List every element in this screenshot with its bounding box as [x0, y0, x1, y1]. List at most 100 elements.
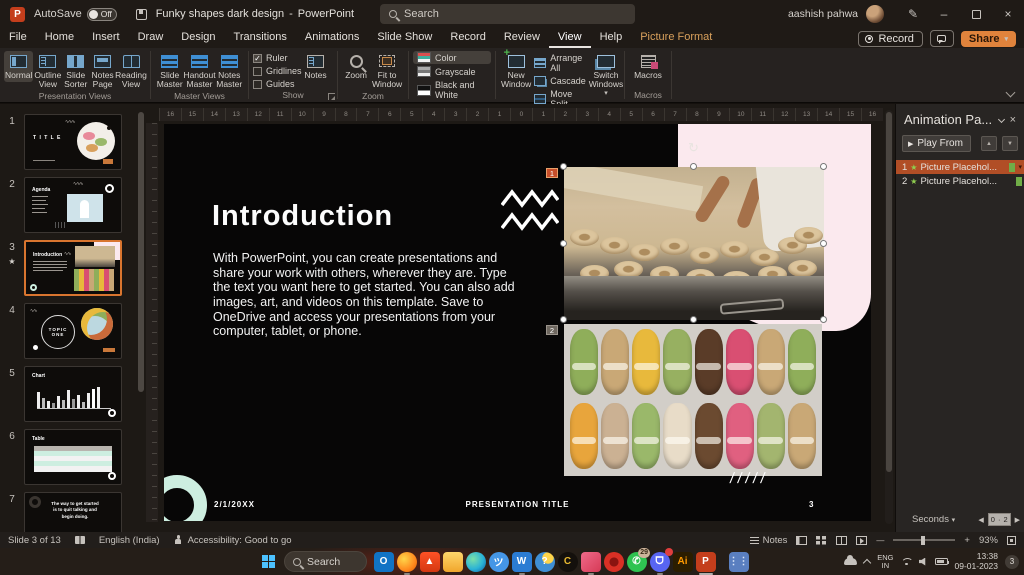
collapse-ribbon-icon[interactable]	[1006, 88, 1016, 98]
resize-handle-n[interactable]	[690, 163, 697, 170]
slideshow-button[interactable]	[856, 536, 867, 545]
fit-slide-icon[interactable]	[1007, 536, 1016, 545]
timeline-right-arrow[interactable]: ▶	[1015, 516, 1020, 524]
editor-scrollbar[interactable]	[885, 110, 893, 524]
picture-placeholder-macarons[interactable]	[564, 324, 822, 476]
normal-view-button[interactable]: Normal	[4, 51, 33, 82]
wifi-icon[interactable]	[901, 558, 912, 566]
play-from-button[interactable]: ▶ Play From	[902, 135, 971, 152]
reading-view-button[interactable]	[836, 536, 847, 545]
cascade-button[interactable]: Cascade	[532, 75, 588, 87]
move-later-button[interactable]: ▼	[1002, 136, 1018, 151]
notes-toggle[interactable]: Notes	[750, 535, 788, 546]
clock[interactable]: 13:3809-01-2023	[955, 552, 998, 571]
autosave-toggle[interactable]: Off	[87, 8, 117, 21]
save-icon[interactable]	[136, 9, 147, 20]
resize-handle-se[interactable]	[820, 316, 827, 323]
powerpoint-logo-icon[interactable]: P	[10, 7, 25, 22]
slide-thumbnail-7[interactable]: The way to get started is to quit talkin…	[24, 492, 122, 532]
accessibility-status[interactable]: Accessibility: Good to go	[174, 535, 292, 546]
powerpoint-icon[interactable]: P	[694, 548, 717, 575]
arrange-all-button[interactable]: Arrange All	[532, 52, 588, 74]
edge-icon[interactable]	[464, 548, 487, 575]
brave-icon[interactable]: ▲	[418, 548, 441, 575]
language-status[interactable]: English (India)	[99, 535, 160, 546]
tab-view[interactable]: View	[549, 28, 591, 48]
photos-app-icon[interactable]	[579, 548, 602, 575]
word-icon[interactable]: W	[510, 548, 533, 575]
app-blue-icon[interactable]: ツ	[487, 548, 510, 575]
close-icon[interactable]: ×	[1010, 114, 1016, 126]
notification-badge[interactable]: 3	[1005, 555, 1019, 569]
slide-thumbnail-5[interactable]: Chart	[24, 366, 122, 422]
help-app-icon[interactable]: ?	[533, 548, 556, 575]
widgets-grid-icon[interactable]: ⋮⋮	[727, 548, 750, 575]
slide-page-number[interactable]: 3	[809, 500, 814, 509]
outlook-icon[interactable]: O	[372, 548, 395, 575]
discord-icon[interactable]: ᗜ	[648, 548, 671, 575]
autosave-control[interactable]: AutoSave Off	[34, 8, 117, 21]
whatsapp-icon[interactable]: ✆29	[625, 548, 648, 575]
notes-master-button[interactable]: Notes Master	[215, 51, 245, 90]
spellcheck-icon[interactable]	[75, 536, 85, 544]
new-window-button[interactable]: New Window	[500, 51, 532, 90]
notes-button[interactable]: Notes	[302, 51, 330, 82]
macros-button[interactable]: Macros	[630, 51, 666, 82]
slide-counter[interactable]: Slide 3 of 13	[8, 535, 61, 546]
minimize-button[interactable]: –	[928, 0, 960, 28]
slide-thumbnail-4[interactable]: ∿∿ TOPIC ONE	[24, 303, 122, 359]
youtube-app-icon[interactable]	[602, 548, 625, 575]
animation-order-badge-2[interactable]: 2	[546, 325, 558, 335]
black-and-white-button[interactable]: Black and White	[413, 79, 491, 101]
taskbar-search[interactable]: Search	[284, 551, 367, 572]
tab-animations[interactable]: Animations	[296, 28, 368, 48]
record-button[interactable]: Record	[858, 31, 922, 47]
slide-canvas[interactable]: Introduction With PowerPoint, you can cr…	[164, 124, 871, 521]
tab-slideshow[interactable]: Slide Show	[368, 28, 441, 48]
firefox-icon[interactable]	[395, 548, 418, 575]
zoom-slider[interactable]	[893, 539, 955, 541]
pen-icon[interactable]: ✎	[898, 7, 928, 21]
slide-sorter-button[interactable]: Slide Sorter	[62, 51, 89, 90]
resize-handle-e[interactable]	[820, 240, 827, 247]
chevron-down-icon[interactable]: ▾	[1018, 163, 1022, 171]
maximize-button[interactable]	[960, 0, 992, 28]
slide-body-text[interactable]: With PowerPoint, you can create presenta…	[213, 251, 517, 339]
tab-review[interactable]: Review	[495, 28, 549, 48]
chevron-down-icon[interactable]	[998, 116, 1005, 123]
resize-handle-sw[interactable]	[560, 316, 567, 323]
slide-thumbnail-3[interactable]: Introduction ∿∿	[24, 240, 122, 296]
zigzag-decoration[interactable]	[501, 188, 559, 234]
volume-icon[interactable]	[919, 558, 928, 566]
timing-bar[interactable]	[1016, 177, 1022, 186]
zoom-button[interactable]: Zoom	[342, 51, 370, 82]
animation-order-badge-1[interactable]: 1	[546, 168, 558, 178]
timing-bar[interactable]	[1009, 163, 1015, 172]
zoom-out-button[interactable]: —	[876, 536, 884, 545]
handout-master-button[interactable]: Handout Master	[185, 51, 215, 90]
tab-draw[interactable]: Draw	[129, 28, 173, 48]
onedrive-icon[interactable]	[844, 558, 857, 565]
thumbnail-scrollbar[interactable]	[138, 112, 144, 392]
zoom-percentage[interactable]: 93%	[979, 535, 998, 546]
avatar[interactable]	[866, 5, 884, 23]
animation-item-2[interactable]: 2 ★ Picture Placehol...	[896, 174, 1024, 188]
slide-master-button[interactable]: Slide Master	[155, 51, 185, 90]
ring-decoration[interactable]	[164, 475, 207, 521]
search-input[interactable]: Search	[380, 4, 635, 24]
close-button[interactable]: ×	[992, 0, 1024, 28]
reading-view-button[interactable]: Reading View	[116, 51, 146, 90]
dialog-launcher-icon[interactable]	[328, 93, 335, 100]
animation-item-1[interactable]: 1 ★ Picture Placehol... ▾	[896, 160, 1024, 174]
outline-view-button[interactable]: Outline View	[33, 51, 62, 90]
slide-sorter-view-button[interactable]	[816, 536, 827, 545]
tab-transitions[interactable]: Transitions	[225, 28, 296, 48]
gridlines-checkbox[interactable]: Gridlines	[253, 66, 302, 76]
slashes-decoration[interactable]: /////	[729, 470, 770, 487]
tab-home[interactable]: Home	[36, 28, 83, 48]
guides-checkbox[interactable]: Guides	[253, 79, 302, 89]
tab-file[interactable]: File	[0, 28, 36, 48]
language-switcher[interactable]: ENGIN	[877, 554, 893, 570]
ruler-checkbox[interactable]: ✓Ruler	[253, 53, 302, 63]
tab-record[interactable]: Record	[441, 28, 494, 48]
